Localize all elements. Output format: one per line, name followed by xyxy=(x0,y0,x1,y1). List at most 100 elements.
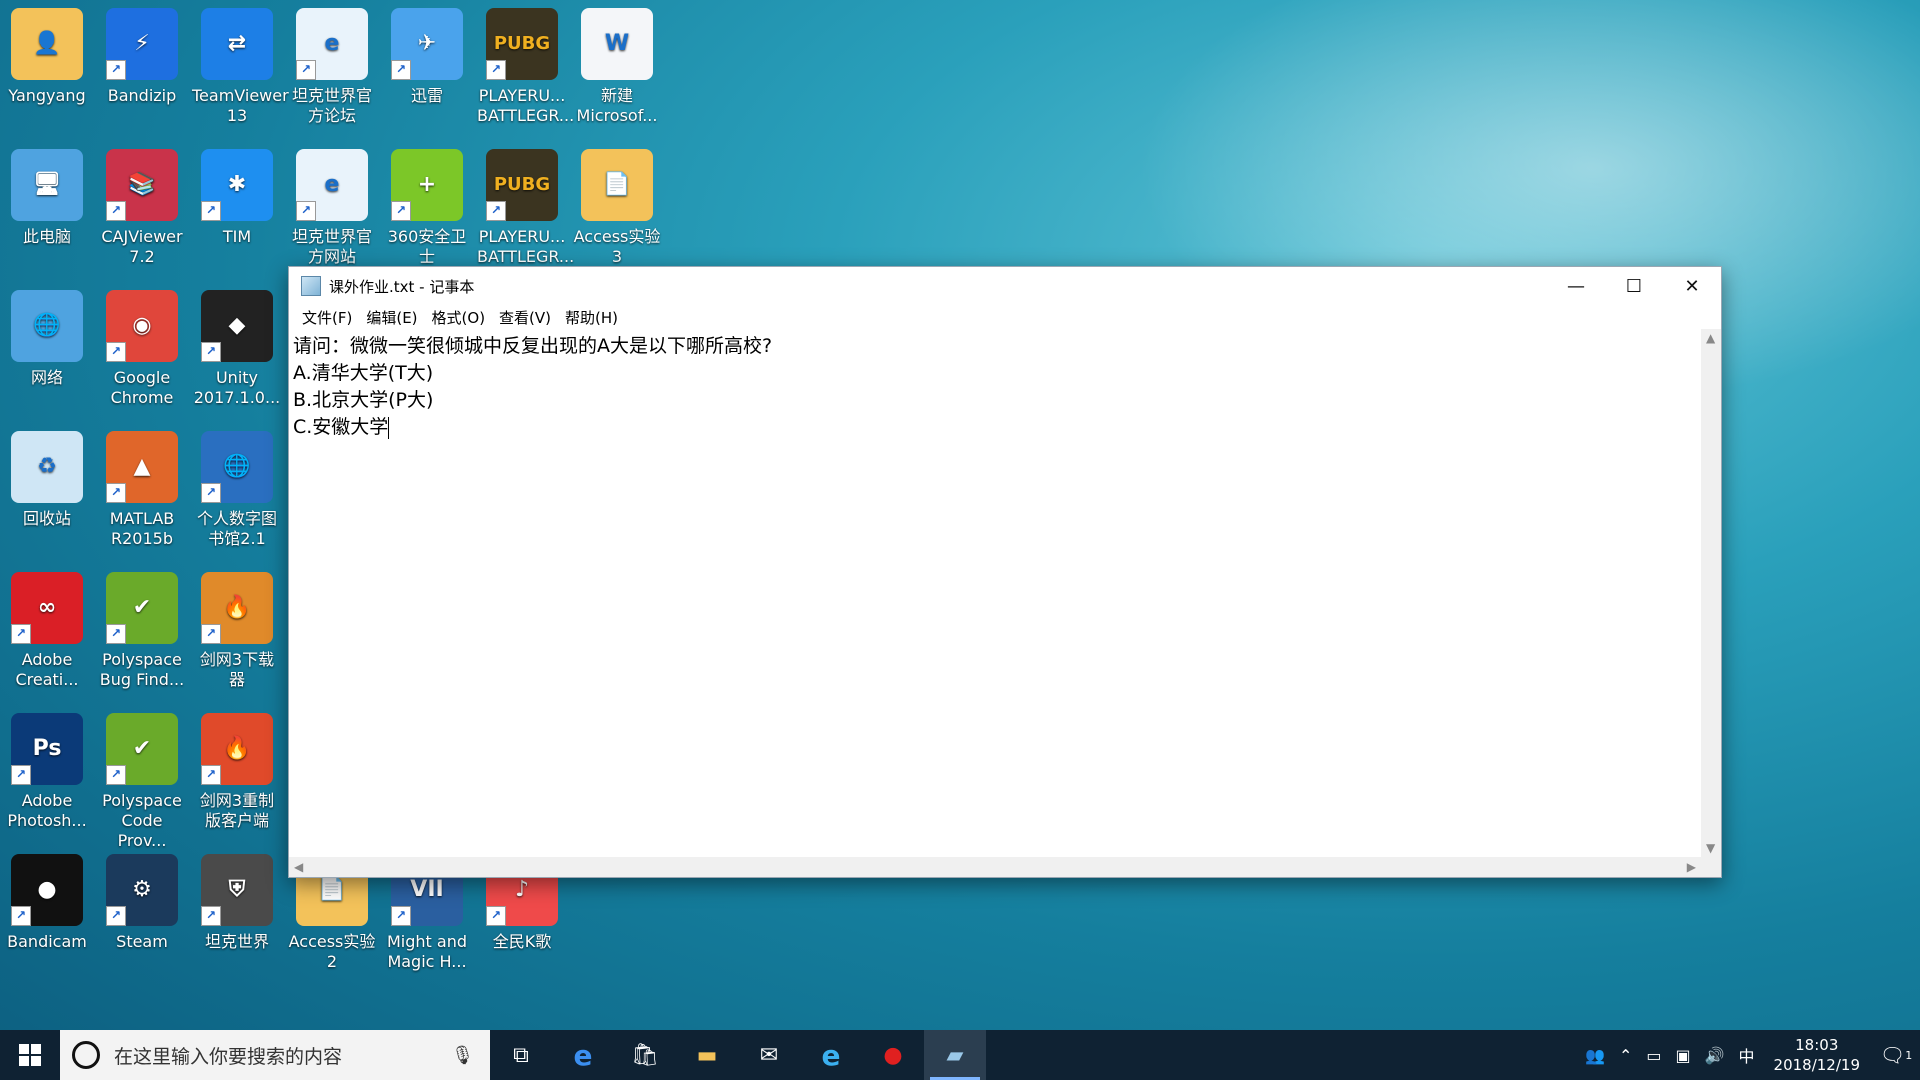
scroll-up-icon[interactable]: ▲ xyxy=(1706,331,1715,345)
desktop-icon[interactable]: Ps ↗ Adobe Photosh... xyxy=(0,705,94,843)
desktop-icon[interactable]: ⇄ TeamViewer 13 xyxy=(190,0,289,138)
shortcut-arrow-icon: ↗ xyxy=(201,765,221,785)
desktop-icon[interactable]: PUBG ↗ PLAYERU... BATTLEGR... xyxy=(475,141,574,279)
menu-edit[interactable]: 编辑(E) xyxy=(359,307,424,328)
start-button[interactable] xyxy=(0,1030,60,1080)
desktop-icon[interactable]: ✔ ↗ Polyspace Bug Find... xyxy=(95,564,189,702)
shortcut-arrow-icon: ↗ xyxy=(486,906,506,926)
desktop-icon[interactable]: ● ↗ Bandicam xyxy=(0,846,94,984)
desktop-icon[interactable]: e ↗ 坦克世界官方网站 xyxy=(285,141,379,279)
file-explorer-icon[interactable]: ▬ xyxy=(676,1030,738,1080)
desktop-icon-label: MATLAB R2015b xyxy=(109,509,175,548)
notification-icon[interactable]: 🗨 1 xyxy=(1872,1043,1920,1067)
desktop-icon[interactable]: ⚡ ↗ Bandizip xyxy=(95,0,189,138)
desktop-icon[interactable]: ⛨ ↗ 坦克世界 xyxy=(190,846,284,984)
menu-format[interactable]: 格式(O) xyxy=(425,307,493,328)
title-bar[interactable]: 课外作业.txt - 记事本 — ☐ ✕ xyxy=(289,267,1721,305)
scroll-left-icon[interactable]: ◀ xyxy=(294,860,303,874)
app-icon: W xyxy=(581,8,653,80)
desktop-icon[interactable]: 🖥 此电脑 xyxy=(0,141,94,279)
notepad-taskbar-icon[interactable]: ▰ xyxy=(924,1030,986,1080)
shortcut-arrow-icon: ↗ xyxy=(201,483,221,503)
bandicam-taskbar-icon[interactable]: ● xyxy=(862,1030,924,1080)
desktop-icon[interactable]: 👤 Yangyang xyxy=(0,0,94,138)
desktop-icon[interactable]: W 新建 Microsof... xyxy=(570,0,664,138)
desktop-icon[interactable]: 🌐 ↗ 个人数字图书馆2.1 xyxy=(190,423,284,561)
desktop-icon-label: 此电脑 xyxy=(22,227,71,246)
desktop-icon-label: 坦克世界 xyxy=(204,932,269,951)
shortcut-arrow-icon: ↗ xyxy=(296,201,316,221)
app-icon: ▲ ↗ xyxy=(106,431,178,503)
app-icon: ⚡ ↗ xyxy=(106,8,178,80)
ime-indicator[interactable]: 中 xyxy=(1732,1043,1762,1067)
desktop-icon[interactable]: ✱ ↗ TIM xyxy=(190,141,284,279)
desktop-icon[interactable]: ◆ ↗ Unity 2017.1.0... xyxy=(190,282,284,420)
shortcut-arrow-icon: ↗ xyxy=(391,201,411,221)
desktop-icon-label: 坦克世界官方网站 xyxy=(291,227,372,266)
desktop-icon[interactable]: 📚 ↗ CAJViewer 7.2 xyxy=(95,141,189,279)
notepad-window[interactable]: 课外作业.txt - 记事本 — ☐ ✕ 文件(F) 编辑(E) 格式(O) 查… xyxy=(288,266,1722,878)
cortana-icon xyxy=(72,1041,100,1069)
desktop-icon[interactable]: ∞ ↗ Adobe Creati... xyxy=(0,564,94,702)
ie-icon[interactable]: e xyxy=(800,1030,862,1080)
windows-icon xyxy=(19,1044,41,1066)
desktop-icon-label: Unity 2017.1.0... xyxy=(193,368,281,407)
app-icon: 🖥 xyxy=(11,149,83,221)
editor-line: A.清华大学(T大) xyxy=(293,362,434,384)
resize-grip[interactable] xyxy=(1701,857,1721,877)
text-editor[interactable]: 请问：微微一笑很倾城中反复出现的A大是以下哪所高校? A.清华大学(T大) B.北京… xyxy=(289,329,1701,857)
app-icon: 🌐 ↗ xyxy=(201,431,273,503)
clock[interactable]: 18:03 2018/12/19 xyxy=(1762,1035,1872,1075)
maximize-button[interactable]: ☐ xyxy=(1605,267,1663,305)
desktop-icon[interactable]: ⚙ ↗ Steam xyxy=(95,846,189,984)
scroll-right-icon[interactable]: ▶ xyxy=(1687,860,1696,874)
desktop-icon[interactable]: ✔ ↗ Polyspace Code Prov... xyxy=(95,705,189,850)
people-icon[interactable]: 👥 xyxy=(1578,1046,1612,1065)
close-button[interactable]: ✕ xyxy=(1663,267,1721,305)
desktop-icon[interactable]: ◉ ↗ Google Chrome xyxy=(95,282,189,420)
mail-icon[interactable]: ✉ xyxy=(738,1030,800,1080)
app-icon: ◉ ↗ xyxy=(106,290,178,362)
app-icon: ● ↗ xyxy=(11,854,83,926)
desktop-icon[interactable]: + ↗ 360安全卫士 xyxy=(380,141,474,279)
desktop-icon[interactable]: ✈ ↗ 迅雷 xyxy=(380,0,474,138)
desktop-icon[interactable]: 🔥 ↗ 剑网3重制版客户端 xyxy=(190,705,284,843)
horizontal-scrollbar[interactable]: ◀ ▶ xyxy=(289,857,1701,877)
desktop-icon[interactable]: 🌐 网络 xyxy=(0,282,94,420)
desktop-icon-label: Might and Magic H... xyxy=(386,932,467,971)
vertical-scrollbar[interactable]: ▲ ▼ xyxy=(1701,329,1721,857)
store-icon[interactable]: 🛍 xyxy=(614,1030,676,1080)
edge-icon[interactable]: e xyxy=(552,1030,614,1080)
app-icon: 🔥 ↗ xyxy=(201,713,273,785)
clock-time: 18:03 xyxy=(1795,1036,1839,1054)
menu-view[interactable]: 查看(V) xyxy=(492,307,558,328)
desktop-icon[interactable]: 🔥 ↗ 剑网3下载器 xyxy=(190,564,284,702)
app-icon: ∞ ↗ xyxy=(11,572,83,644)
menu-file[interactable]: 文件(F) xyxy=(295,307,359,328)
desktop-icon[interactable]: ♻ 回收站 xyxy=(0,423,94,561)
minimize-button[interactable]: — xyxy=(1547,267,1605,305)
menu-help[interactable]: 帮助(H) xyxy=(558,307,625,328)
scroll-down-icon[interactable]: ▼ xyxy=(1706,841,1715,855)
search-box[interactable]: 在这里输入你要搜索的内容 🎙 xyxy=(60,1030,490,1080)
network-icon[interactable]: ▣ xyxy=(1668,1046,1697,1065)
desktop-icon[interactable]: PUBG ↗ PLAYERU... BATTLEGR... xyxy=(475,0,574,138)
battery-icon[interactable]: ▭ xyxy=(1639,1046,1668,1065)
task-view-icon[interactable]: ⧉ xyxy=(490,1030,552,1080)
shortcut-arrow-icon: ↗ xyxy=(106,342,126,362)
shortcut-arrow-icon: ↗ xyxy=(486,201,506,221)
desktop-icon-label: Adobe Creati... xyxy=(15,650,79,689)
shortcut-arrow-icon: ↗ xyxy=(106,765,126,785)
volume-icon[interactable]: 🔊 xyxy=(1698,1046,1732,1065)
shortcut-arrow-icon: ↗ xyxy=(106,483,126,503)
shortcut-arrow-icon: ↗ xyxy=(391,906,411,926)
shortcut-arrow-icon: ↗ xyxy=(201,342,221,362)
app-icon: ✔ ↗ xyxy=(106,572,178,644)
desktop-icon[interactable]: 📄 Access实验3 xyxy=(570,141,664,279)
chevron-up-icon[interactable]: ⌃ xyxy=(1612,1046,1639,1065)
shortcut-arrow-icon: ↗ xyxy=(201,624,221,644)
microphone-icon[interactable]: 🎙 xyxy=(451,1045,474,1066)
desktop-icon[interactable]: e ↗ 坦克世界官方论坛 xyxy=(285,0,379,138)
notification-count: 1 xyxy=(1905,1048,1913,1062)
desktop-icon[interactable]: ▲ ↗ MATLAB R2015b xyxy=(95,423,189,561)
